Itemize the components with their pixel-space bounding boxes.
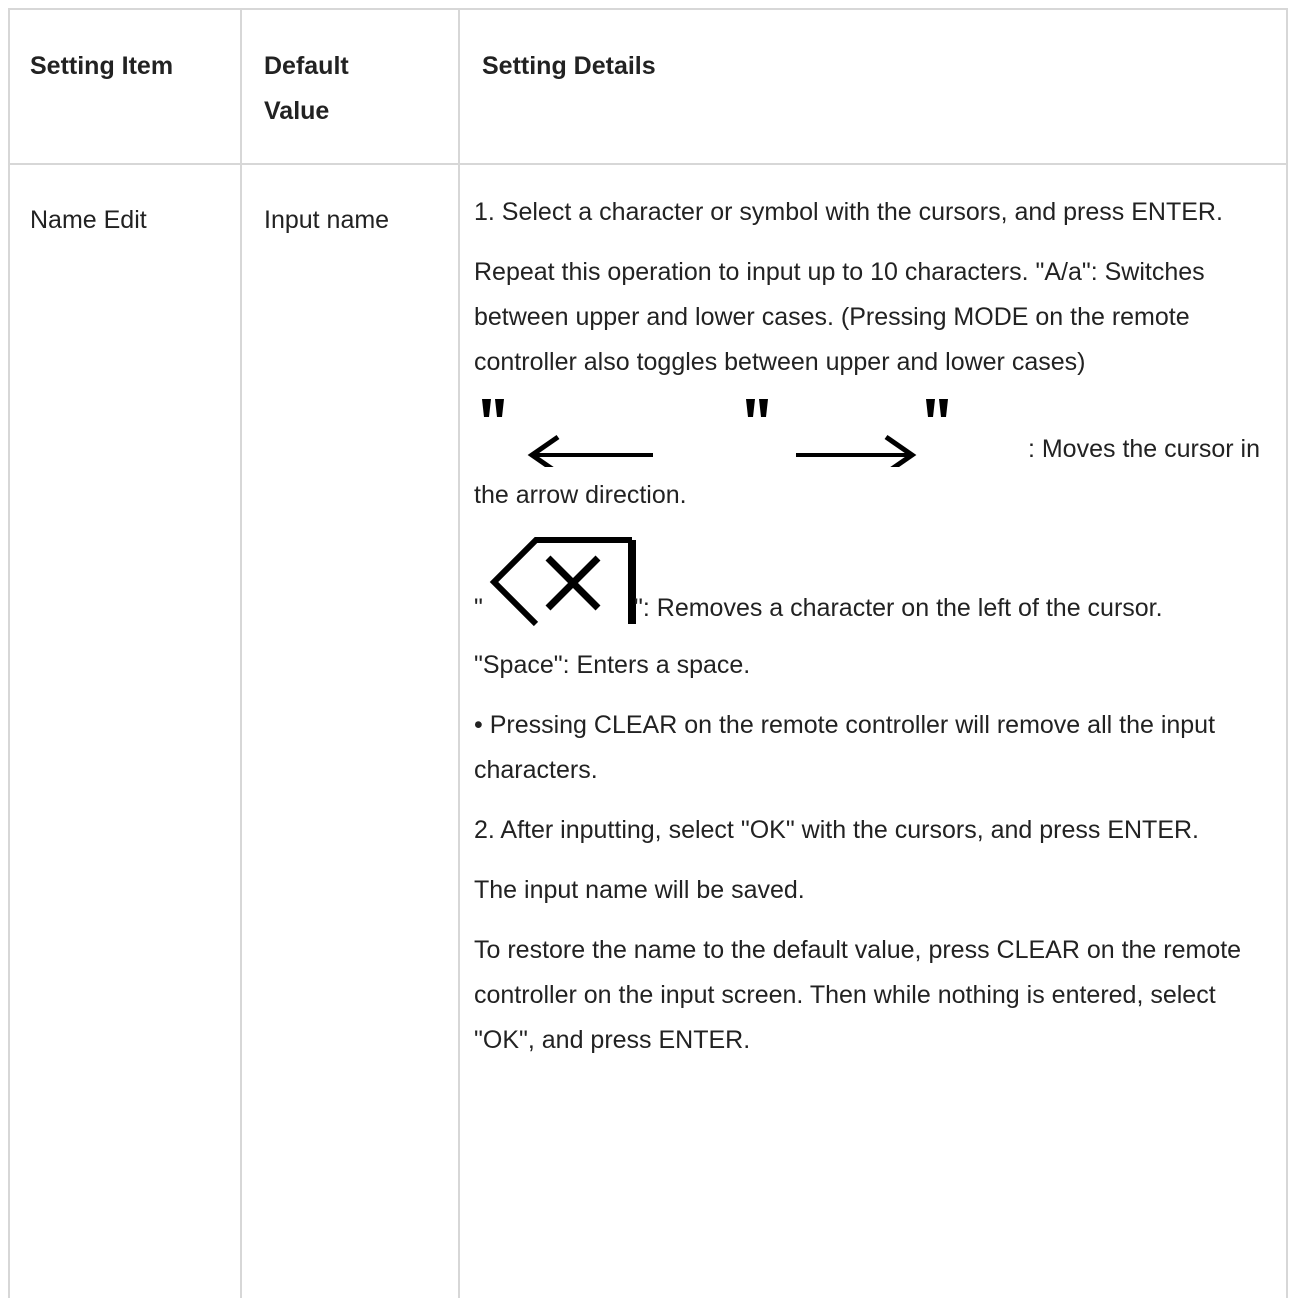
saved-text: The input name will be saved. [474, 876, 805, 904]
cell-default-value: Input name [264, 206, 390, 234]
arrows-description: : Moves the cursor in [1027, 435, 1260, 463]
backspace-icon [489, 537, 636, 627]
step-1-text: 1. Select a character or symbol with the… [474, 198, 1223, 226]
backspace-quote-open: " [474, 594, 483, 622]
space-text: "Space": Enters a space. [474, 651, 751, 679]
step-2-text: 2. After inputting, select "OK" with the… [474, 816, 1199, 844]
header-setting-item: Setting Item [30, 52, 174, 80]
header-divider [10, 163, 1286, 165]
backspace-description: ": Removes a character on the left of th… [634, 594, 1163, 622]
cell-setting-item: Name Edit [30, 206, 147, 234]
left-arrow-icon [482, 399, 653, 467]
arrow-keys-line: : Moves the cursor in [474, 389, 1260, 473]
right-arrow-icon [746, 399, 948, 467]
backspace-line: " ": Removes a character on the left of … [474, 532, 1260, 628]
repeat-text: Repeat this operation to input up to 10 … [474, 258, 1205, 376]
clear-note: • Pressing CLEAR on the remote controlle… [474, 711, 1216, 784]
arrows-description-cont: the arrow direction. [474, 481, 687, 509]
column-divider [458, 10, 460, 1298]
cell-setting-details: 1. Select a character or symbol with the… [474, 190, 1260, 1063]
header-setting-details: Setting Details [482, 52, 656, 80]
column-divider [240, 10, 242, 1298]
header-default-value: Default Value [264, 52, 349, 125]
restore-text: To restore the name to the default value… [474, 936, 1242, 1054]
